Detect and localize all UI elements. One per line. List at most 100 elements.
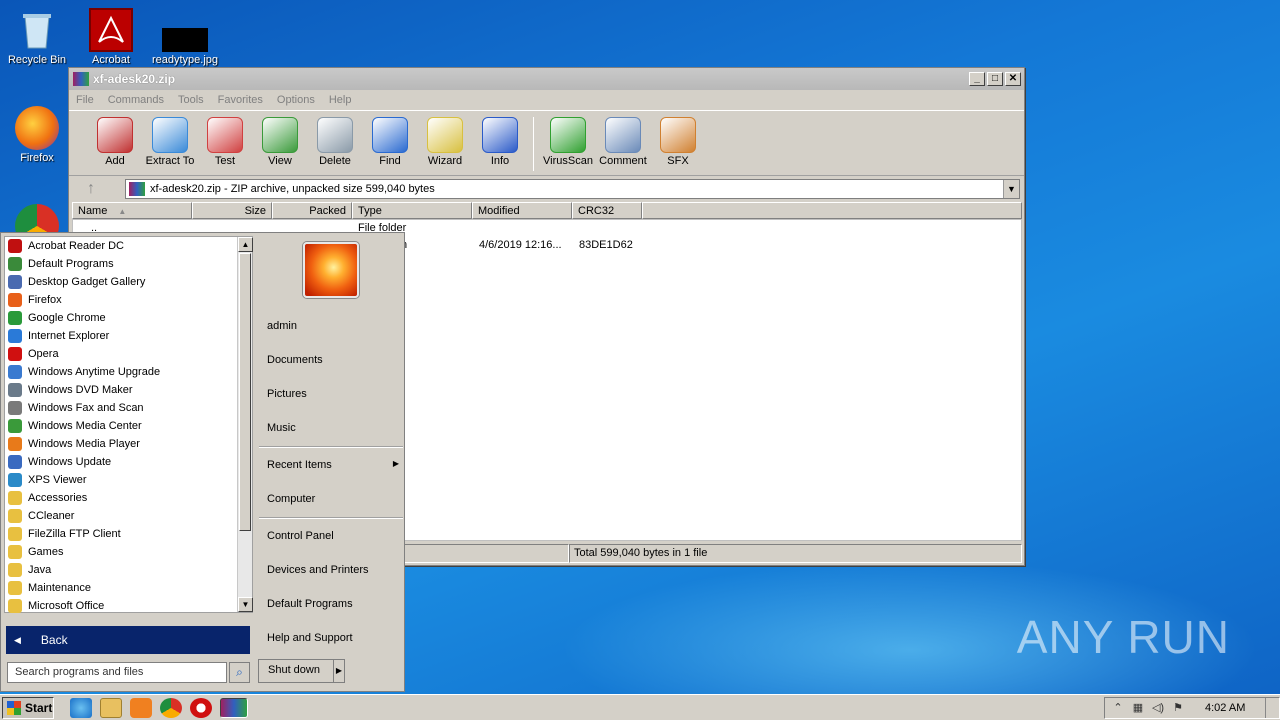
toolbar-delete-button[interactable]: Delete (307, 113, 363, 167)
start-item-documents[interactable]: Documents (267, 354, 323, 366)
network-icon[interactable]: ▦ (1131, 701, 1145, 715)
windows-dvd-maker-icon (8, 383, 22, 397)
column-modified[interactable]: Modified (472, 202, 572, 219)
program-item-windows-media-player[interactable]: Windows Media Player (5, 435, 252, 453)
program-item-opera[interactable]: Opera (5, 345, 252, 363)
back-button[interactable]: ◀ Back (6, 626, 250, 654)
toolbar-add-button[interactable]: Add (87, 113, 143, 167)
column-name[interactable]: Name ▲ (72, 202, 192, 219)
menu-tools[interactable]: Tools (178, 94, 204, 106)
close-button[interactable]: ✕ (1005, 72, 1021, 86)
archive-path-field[interactable]: xf-adesk20.zip - ZIP archive, unpacked s… (125, 179, 1020, 199)
firefox-icon (8, 293, 22, 307)
toolbar-sfx-button[interactable]: SFX (650, 113, 706, 167)
menu-commands[interactable]: Commands (108, 94, 164, 106)
clock[interactable]: 4:02 AM (1205, 702, 1245, 714)
desktop-icon-acrobat[interactable]: Acrobat (74, 8, 148, 66)
column-crc32[interactable]: CRC32 (572, 202, 642, 219)
toolbar-test-button[interactable]: Test (197, 113, 253, 167)
media-player-taskbar-icon[interactable] (130, 697, 152, 718)
user-name[interactable]: admin (267, 320, 297, 332)
shutdown-options-arrow[interactable]: ▶ (333, 659, 345, 683)
chevron-up-icon[interactable]: ⌃ (1111, 701, 1125, 715)
winrar-taskbar-icon[interactable] (220, 697, 248, 718)
shutdown-button[interactable]: Shut down (258, 659, 334, 683)
program-item-microsoft-office[interactable]: Microsoft Office (5, 597, 252, 615)
menu-options[interactable]: Options (277, 94, 315, 106)
program-item-accessories[interactable]: Accessories (5, 489, 252, 507)
start-item-default-programs[interactable]: Default Programs (267, 598, 353, 610)
program-label: Acrobat Reader DC (28, 240, 124, 252)
toolbar-label: Comment (599, 155, 647, 167)
program-item-windows-media-center[interactable]: Windows Media Center (5, 417, 252, 435)
column-size[interactable]: Size (192, 202, 272, 219)
start-item-devices-printers[interactable]: Devices and Printers (267, 564, 369, 576)
opera-icon (8, 347, 22, 361)
program-item-maintenance[interactable]: Maintenance (5, 579, 252, 597)
program-item-filezilla-ftp-client[interactable]: FileZilla FTP Client (5, 525, 252, 543)
toolbar-extract-to-button[interactable]: Extract To (142, 113, 198, 167)
program-item-windows-update[interactable]: Windows Update (5, 453, 252, 471)
search-input[interactable]: Search programs and files (7, 662, 227, 683)
program-item-games[interactable]: Games (5, 543, 252, 561)
toolbar-virusscan-button[interactable]: VirusScan (540, 113, 596, 167)
scroll-thumb[interactable] (239, 253, 251, 531)
program-item-ccleaner[interactable]: CCleaner (5, 507, 252, 525)
program-item-java[interactable]: Java (5, 561, 252, 579)
volume-icon[interactable]: ◁) (1151, 701, 1165, 715)
column-packed[interactable]: Packed (272, 202, 352, 219)
toolbar-find-button[interactable]: Find (362, 113, 418, 167)
chevron-right-icon: ▶ (392, 459, 399, 468)
program-item-acrobat-reader-dc[interactable]: Acrobat Reader DC (5, 237, 252, 255)
desktop-icon-readytype[interactable]: readytype.jpg (148, 8, 222, 66)
start-button[interactable]: Start (2, 696, 54, 719)
ie-taskbar-icon[interactable] (70, 697, 92, 718)
programs-scrollbar[interactable]: ▲ ▼ (237, 237, 253, 612)
start-item-control-panel[interactable]: Control Panel (267, 530, 334, 542)
program-item-default-programs[interactable]: Default Programs (5, 255, 252, 273)
program-item-firefox[interactable]: Firefox (5, 291, 252, 309)
program-item-windows-anytime-upgrade[interactable]: Windows Anytime Upgrade (5, 363, 252, 381)
program-item-desktop-gadget-gallery[interactable]: Desktop Gadget Gallery (5, 273, 252, 291)
up-folder-button[interactable]: ↑ (75, 178, 107, 200)
program-label: Firefox (28, 294, 62, 306)
search-icon[interactable]: ⌕ (229, 662, 250, 683)
menu-file[interactable]: File (76, 94, 94, 106)
opera-taskbar-icon[interactable] (190, 697, 212, 718)
title-bar[interactable]: xf-adesk20.zip _ □ ✕ (69, 68, 1024, 90)
toolbar-view-button[interactable]: View (252, 113, 308, 167)
start-item-pictures[interactable]: Pictures (267, 388, 307, 400)
start-item-help-support[interactable]: Help and Support (267, 632, 353, 644)
maximize-button[interactable]: □ (987, 72, 1003, 86)
toolbar-info-button[interactable]: Info (472, 113, 528, 167)
program-item-windows-dvd-maker[interactable]: Windows DVD Maker (5, 381, 252, 399)
chevron-down-icon[interactable]: ▼ (1003, 180, 1019, 198)
desktop-icon-recycle-bin[interactable]: Recycle Bin (0, 8, 74, 66)
program-item-google-chrome[interactable]: Google Chrome (5, 309, 252, 327)
explorer-taskbar-icon[interactable] (100, 697, 122, 718)
flag-icon[interactable]: ⚑ (1171, 701, 1185, 715)
desktop-icon-firefox[interactable]: Firefox (0, 106, 74, 164)
scroll-down-arrow[interactable]: ▼ (238, 597, 253, 612)
scroll-up-arrow[interactable]: ▲ (238, 237, 253, 252)
start-item-computer[interactable]: Computer (267, 493, 315, 505)
menu-help[interactable]: Help (329, 94, 352, 106)
start-item-recent-items[interactable]: Recent Items ▶ (267, 459, 399, 471)
minimize-button[interactable]: _ (969, 72, 985, 86)
chrome-taskbar-icon[interactable] (160, 697, 182, 718)
toolbar-comment-button[interactable]: Comment (595, 113, 651, 167)
image-file-icon (162, 28, 208, 52)
winrar-app-icon (73, 72, 89, 86)
program-item-internet-explorer[interactable]: Internet Explorer (5, 327, 252, 345)
program-item-xps-viewer[interactable]: XPS Viewer (5, 471, 252, 489)
start-item-music[interactable]: Music (267, 422, 296, 434)
menu-favorites[interactable]: Favorites (218, 94, 263, 106)
toolbar-wizard-button[interactable]: Wizard (417, 113, 473, 167)
program-item-windows-fax-and-scan[interactable]: Windows Fax and Scan (5, 399, 252, 417)
archive-icon (129, 182, 145, 196)
column-type[interactable]: Type (352, 202, 472, 219)
user-avatar[interactable] (303, 242, 359, 298)
ccleaner-icon (8, 509, 22, 523)
show-desktop-button[interactable] (1265, 697, 1279, 718)
toolbar-label: Info (490, 155, 510, 167)
